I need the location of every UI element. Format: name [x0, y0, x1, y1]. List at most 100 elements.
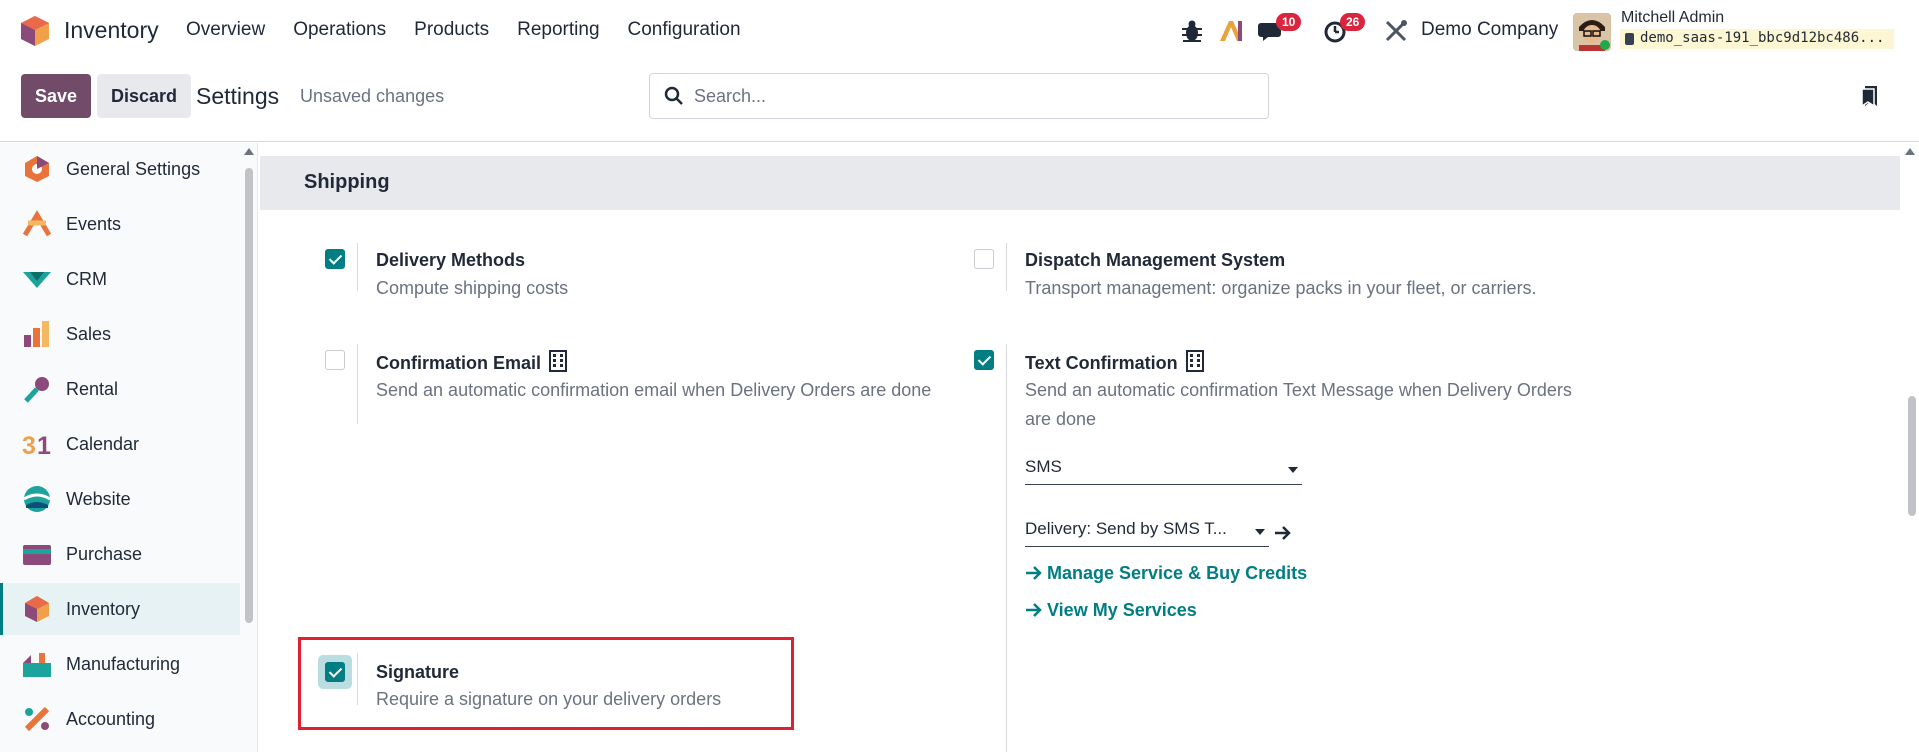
main-scroll-up-arrow[interactable]: [1905, 148, 1915, 155]
company-building-icon: [549, 350, 568, 372]
ai-icon[interactable]: [1218, 17, 1246, 45]
dispatch-management-title: Dispatch Management System: [1025, 250, 1286, 270]
sidebar-item-label: Events: [66, 213, 122, 234]
sidebar-scrollbar[interactable]: [245, 168, 253, 623]
database-name: demo_saas-191_bbc9d12bc486...: [1640, 30, 1885, 46]
user-avatar-icon: [1573, 13, 1611, 51]
chevron-down-icon: [1255, 529, 1265, 535]
divider: [357, 344, 358, 424]
sms-channel-select[interactable]: SMS: [1025, 455, 1302, 485]
manage-credits-label: Manage Service & Buy Credits: [1047, 563, 1308, 583]
sales-icon: [24, 321, 49, 347]
activities-badge: 26: [1340, 13, 1366, 31]
sidebar-item-general-settings[interactable]: General Settings: [0, 143, 240, 195]
discard-button[interactable]: Discard: [97, 74, 191, 118]
database-icon: [1625, 33, 1634, 45]
sidebar-item-rental[interactable]: Rental: [0, 363, 240, 415]
manufacturing-icon: [23, 653, 51, 677]
search-icon: [664, 86, 683, 105]
menu-products[interactable]: Products: [414, 19, 489, 41]
website-icon: [23, 486, 51, 512]
calendar-icon: 3 1: [22, 432, 51, 459]
sidebar-item-calendar[interactable]: 3 1 Calendar: [0, 418, 240, 470]
text-confirmation-checkbox[interactable]: [974, 350, 994, 370]
text-confirmation-title-text: Text Confirmation: [1025, 353, 1178, 373]
sidebar-item-manufacturing[interactable]: Manufacturing: [0, 638, 240, 690]
svg-text:3: 3: [22, 432, 36, 459]
page-title: Settings: [196, 83, 280, 109]
sidebar-item-label: General Settings: [66, 158, 201, 179]
unsaved-status: Unsaved changes: [300, 86, 445, 106]
menu-reporting[interactable]: Reporting: [517, 19, 599, 41]
sidebar-scroll-up-arrow[interactable]: [244, 148, 254, 155]
purchase-icon: [23, 545, 51, 565]
sidebar-item-inventory[interactable]: Inventory: [0, 583, 240, 635]
view-services-link[interactable]: View My Services: [1025, 600, 1197, 621]
chevron-down-icon: [1288, 467, 1298, 473]
signature-highlight-box: [298, 637, 794, 730]
accounting-icon: [24, 706, 50, 732]
delivery-methods-checkbox[interactable]: [325, 249, 345, 269]
sidebar-item-crm[interactable]: CRM: [0, 253, 240, 305]
delivery-methods-title: Delivery Methods: [376, 250, 526, 270]
tools-icon[interactable]: [1382, 17, 1410, 45]
sidebar-item-label: Sales: [66, 323, 112, 344]
bug-icon[interactable]: [1178, 17, 1206, 45]
confirmation-email-title-text: Confirmation Email: [376, 353, 542, 373]
dispatch-management-checkbox[interactable]: [974, 249, 994, 269]
events-icon: [22, 210, 52, 237]
sidebar-item-label: Calendar: [66, 433, 140, 454]
sidebar-item-label: Website: [66, 488, 131, 509]
user-name[interactable]: Mitchell Admin: [1621, 9, 1724, 27]
database-chip: demo_saas-191_bbc9d12bc486...: [1620, 29, 1894, 49]
inventory-icon: [25, 596, 49, 622]
search-box[interactable]: [649, 73, 1269, 119]
app-name[interactable]: Inventory: [64, 17, 159, 44]
company-switcher[interactable]: Demo Company: [1421, 19, 1558, 41]
view-services-label: View My Services: [1047, 600, 1197, 620]
dispatch-management-desc: Transport management: organize packs in …: [1025, 278, 1537, 298]
sidebar-item-label: CRM: [66, 268, 107, 289]
sidebar-item-sales[interactable]: Sales: [0, 308, 240, 360]
delivery-methods-desc: Compute shipping costs: [376, 278, 569, 298]
divider: [1006, 344, 1007, 752]
text-confirmation-title: Text Confirmation: [1025, 350, 1204, 374]
sidebar-item-events[interactable]: Events: [0, 198, 240, 250]
menu-configuration[interactable]: Configuration: [628, 19, 741, 41]
search-input[interactable]: [694, 82, 1254, 110]
sidebar-item-purchase[interactable]: Purchase: [0, 528, 240, 580]
top-navbar: Inventory Overview Operations Products R…: [0, 0, 1919, 62]
open-template-arrow-icon[interactable]: [1274, 525, 1292, 541]
svg-text:1: 1: [37, 432, 51, 459]
confirmation-email-title: Confirmation Email: [376, 350, 568, 374]
sms-template-select[interactable]: Delivery: Send by SMS T...: [1025, 517, 1269, 547]
arrow-right-icon: [1026, 603, 1042, 617]
settings-sidebar: General Settings Events CRM Sales Rental: [0, 143, 258, 752]
save-button[interactable]: Save: [21, 74, 91, 118]
menu-operations[interactable]: Operations: [293, 19, 386, 41]
main-scrollbar[interactable]: [1908, 396, 1916, 516]
menu-overview[interactable]: Overview: [186, 19, 265, 41]
sidebar-item-label: Inventory: [66, 598, 141, 619]
inventory-app-logo-icon[interactable]: [20, 15, 50, 47]
main-menu: Overview Operations Products Reporting C…: [186, 19, 769, 41]
messages-badge: 10: [1276, 13, 1302, 31]
rental-icon: [24, 377, 49, 403]
sidebar-item-label: Accounting: [66, 708, 156, 729]
confirmation-email-checkbox[interactable]: [325, 350, 345, 370]
confirmation-email-desc: Send an automatic confirmation email whe…: [376, 380, 932, 400]
sidebar-item-label: Manufacturing: [66, 653, 181, 674]
arrow-right-icon: [1026, 566, 1042, 580]
general-settings-icon: [25, 156, 49, 182]
section-header: Shipping: [260, 156, 1900, 210]
user-avatar[interactable]: [1573, 13, 1611, 51]
sms-template-value: Delivery: Send by SMS T...: [1025, 519, 1227, 538]
control-panel: Save Discard Settings Unsaved changes: [0, 62, 1919, 142]
sms-channel-value: SMS: [1025, 457, 1062, 476]
sidebar-item-label: Rental: [66, 378, 119, 399]
bookmark-icon[interactable]: [1860, 84, 1880, 108]
sidebar-item-accounting[interactable]: Accounting: [0, 693, 240, 745]
sidebar-item-website[interactable]: Website: [0, 473, 240, 525]
manage-credits-link[interactable]: Manage Service & Buy Credits: [1025, 563, 1307, 584]
text-confirmation-desc: Send an automatic confirmation Text Mess…: [1025, 380, 1572, 429]
